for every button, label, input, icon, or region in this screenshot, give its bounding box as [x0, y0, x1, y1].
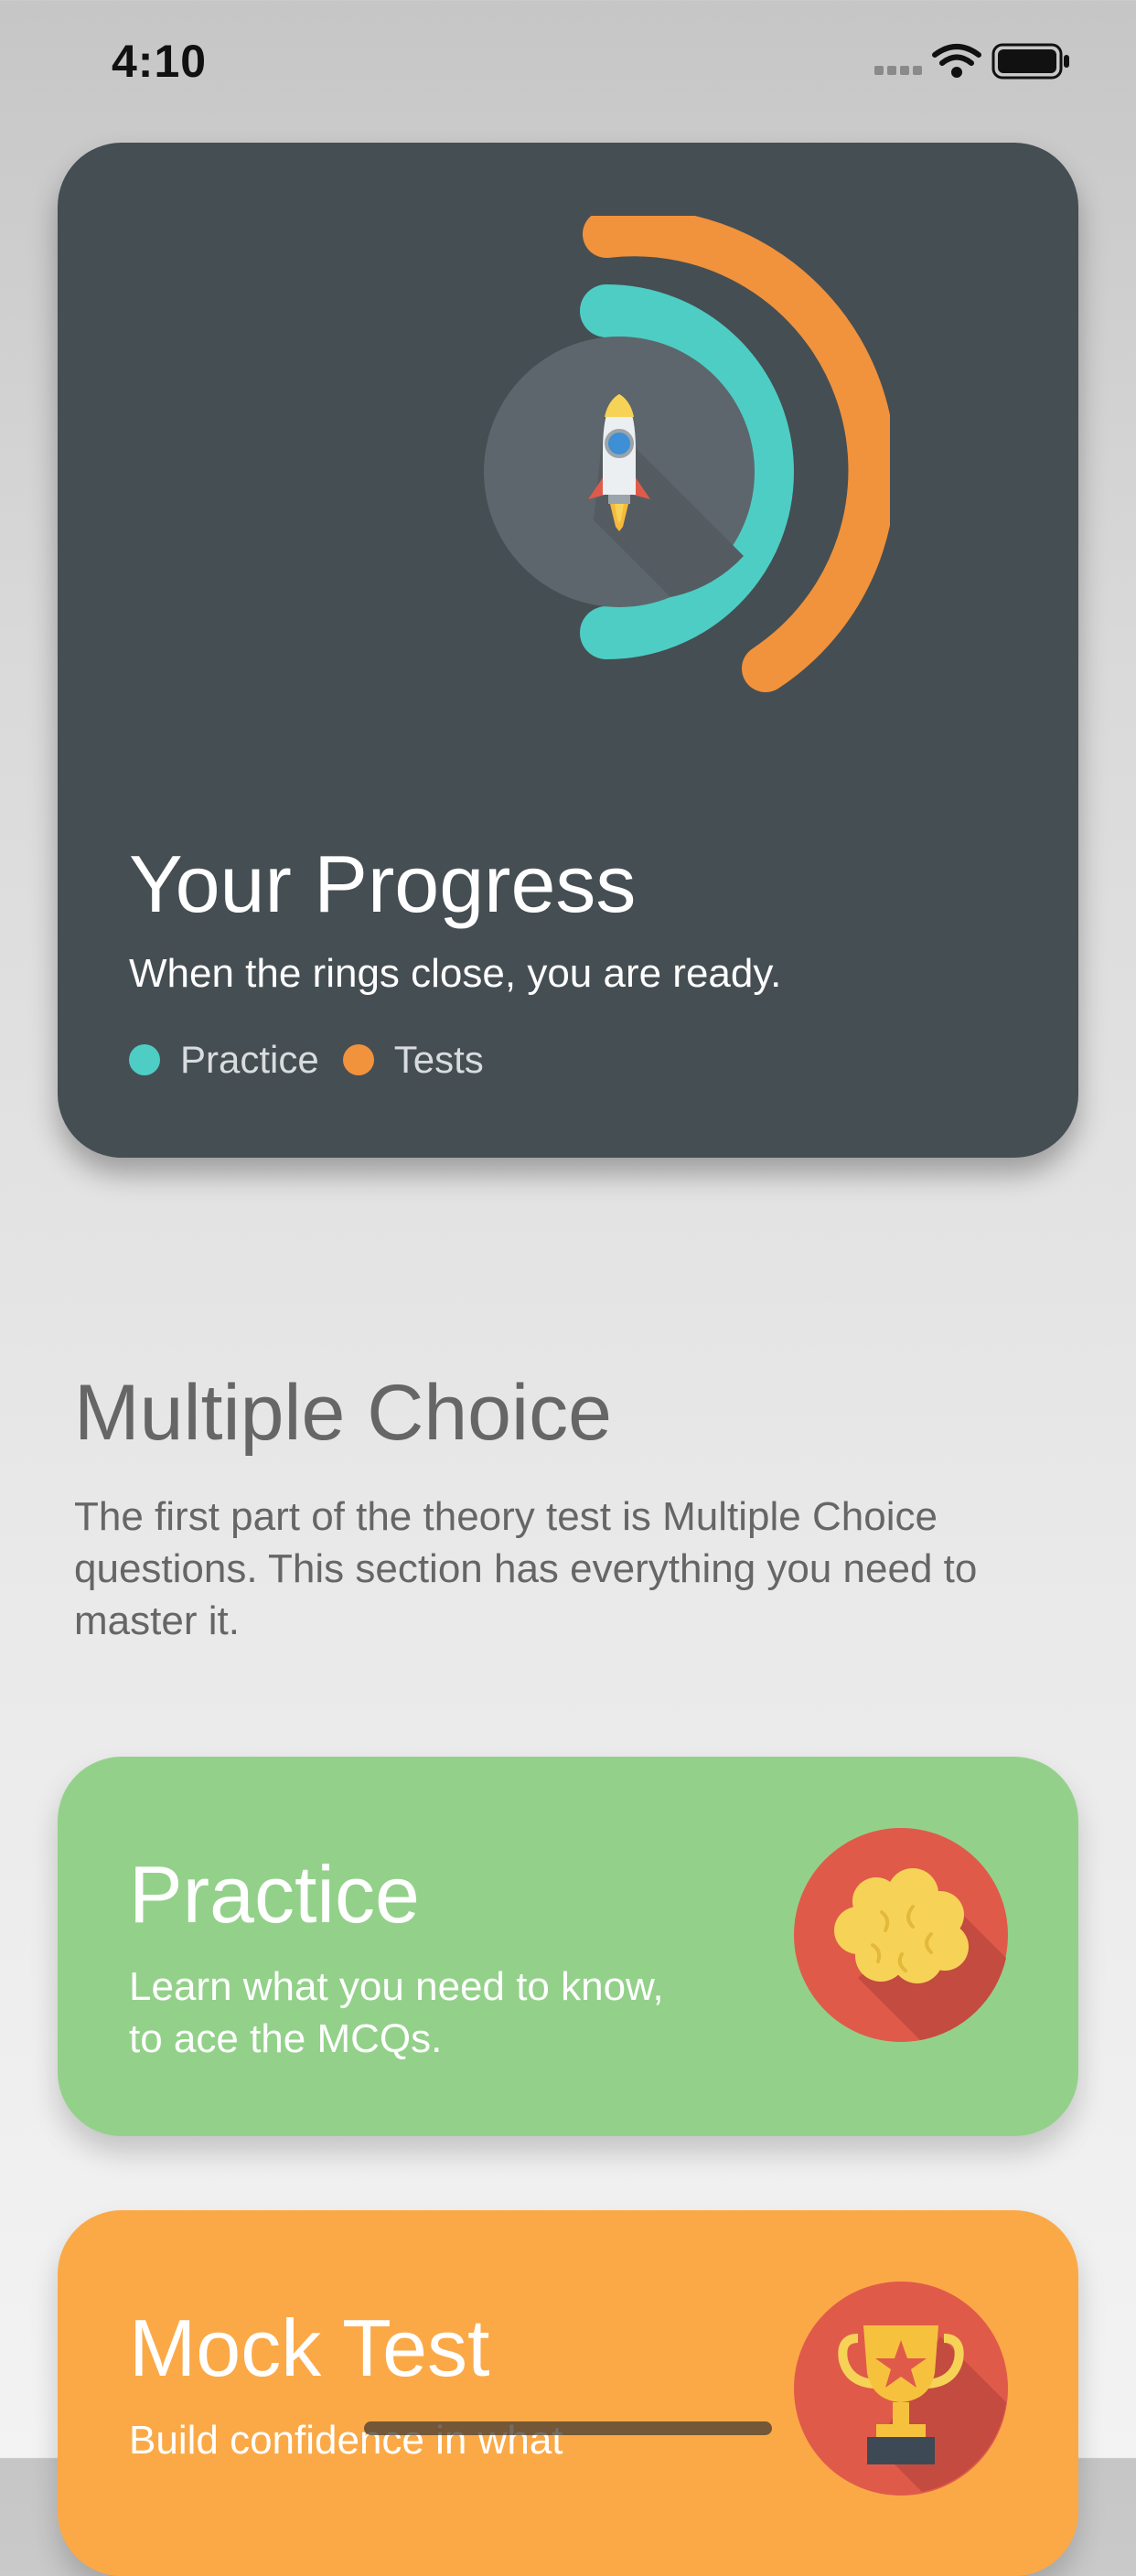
wifi-icon	[932, 44, 981, 78]
legend-label-practice: Practice	[180, 1038, 319, 1081]
practice-card[interactable]: Practice Learn what you need to know, to…	[58, 1757, 1078, 2136]
mock-test-card-title: Mock Test	[129, 2303, 490, 2393]
status-icons	[874, 43, 1069, 80]
mock-test-card[interactable]: Mock Test Build confidence in what	[58, 2210, 1078, 2576]
legend-label-tests: Tests	[393, 1038, 484, 1081]
trophy-icon	[794, 2282, 1008, 2496]
progress-subtitle: When the rings close, you are ready.	[129, 951, 782, 996]
progress-title: Your Progress	[129, 839, 637, 929]
rocket-icon	[484, 337, 755, 607]
progress-rings	[484, 216, 890, 692]
progress-legend: Practice Tests	[129, 1037, 508, 1083]
tests-dot-icon	[342, 1044, 374, 1075]
cellular-signal-icon	[874, 66, 922, 75]
section-description: The first part of the theory test is Mul…	[74, 1494, 978, 1643]
home-indicator[interactable]	[364, 2421, 772, 2435]
status-time: 4:10	[112, 36, 208, 87]
legend-item-practice: Practice	[129, 1038, 319, 1082]
practice-dot-icon	[129, 1044, 160, 1075]
practice-card-title: Practice	[129, 1849, 420, 1940]
section-title: Multiple Choice	[74, 1369, 612, 1457]
battery-icon	[991, 43, 1069, 80]
brain-icon	[794, 1828, 1008, 2042]
status-bar: 4:10	[0, 0, 1136, 123]
practice-card-subtitle: Learn what you need to know, to ace the …	[129, 1964, 664, 2061]
legend-item-tests: Tests	[342, 1038, 484, 1082]
progress-card[interactable]: Your Progress When the rings close, you …	[58, 143, 1078, 1158]
